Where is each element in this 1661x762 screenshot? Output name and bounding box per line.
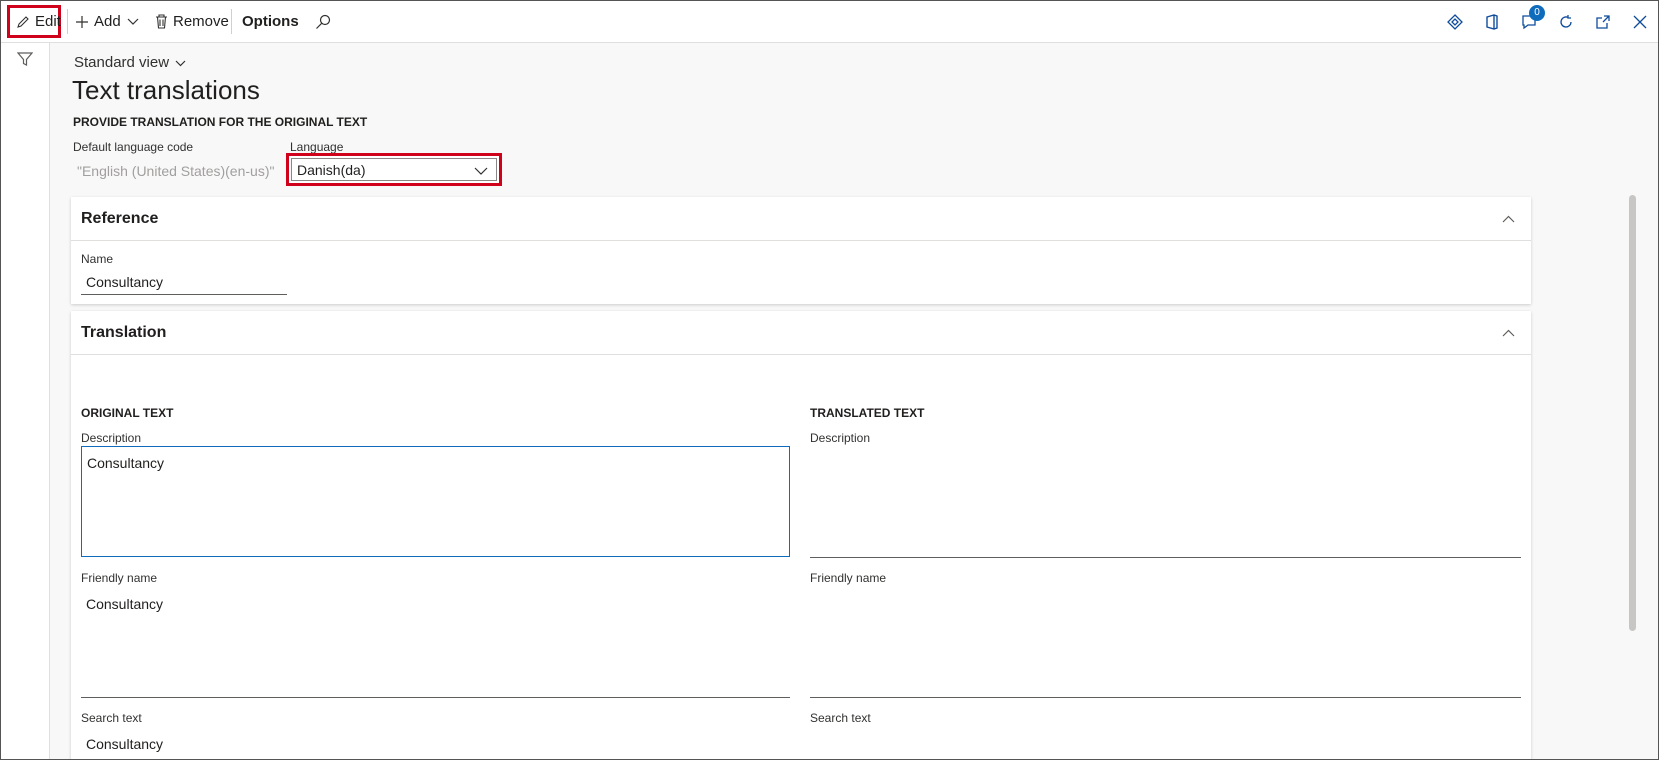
toolbar-right-icons: 0: [1445, 1, 1650, 42]
reference-header[interactable]: Reference: [71, 197, 1531, 241]
main-content: Standard view Text translations PROVIDE …: [50, 43, 1658, 759]
search-text-value[interactable]: Consultancy: [86, 736, 163, 752]
view-selector-label: Standard view: [74, 54, 170, 71]
translation-header[interactable]: Translation: [71, 311, 1531, 355]
translated-description-field[interactable]: [810, 557, 1521, 558]
chevron-down-icon: [127, 18, 139, 26]
language-label: Language: [290, 140, 344, 154]
name-field[interactable]: Consultancy: [86, 274, 163, 290]
chevron-down-icon: [175, 54, 186, 71]
description-label: Description: [81, 431, 142, 445]
default-language-value: "English (United States)(en-us)": [77, 163, 275, 179]
language-highlight: Danish(da): [286, 153, 502, 186]
options-label: Options: [242, 13, 299, 30]
pencil-icon: [16, 15, 30, 29]
search-button[interactable]: [315, 1, 336, 42]
notifications-icon[interactable]: 0: [1519, 4, 1545, 32]
chevron-up-icon[interactable]: [1502, 324, 1515, 342]
friendly-name-label: Friendly name: [81, 571, 158, 585]
description-value: Consultancy: [87, 455, 165, 471]
notification-badge: 0: [1529, 4, 1545, 21]
translated-description-label: Description: [810, 431, 871, 445]
translated-friendly-name-label: Friendly name: [810, 571, 887, 585]
chevron-down-icon: [474, 162, 488, 178]
action-pane: Edit Add Remove Options 0: [1, 1, 1658, 43]
page-title: Text translations: [72, 75, 260, 105]
default-language-label: Default language code: [73, 140, 194, 154]
app-window: Edit Add Remove Options 0 Standard view …: [0, 0, 1659, 760]
friendly-name-value[interactable]: Consultancy: [86, 596, 163, 612]
language-value: Danish(da): [297, 161, 366, 178]
vertical-scrollbar[interactable]: [1629, 195, 1636, 631]
edit-button[interactable]: Edit: [7, 5, 61, 38]
language-dropdown[interactable]: Danish(da): [291, 158, 497, 181]
options-menu[interactable]: Options: [242, 1, 299, 42]
translated-text-heading: TRANSLATED TEXT: [810, 406, 925, 420]
chevron-up-icon[interactable]: [1502, 210, 1515, 228]
translated-search-text-label: Search text: [810, 711, 871, 725]
remove-button[interactable]: Remove: [155, 1, 229, 42]
reference-title: Reference: [81, 209, 159, 227]
translation-title: Translation: [81, 323, 167, 341]
remove-label: Remove: [173, 13, 229, 30]
add-button[interactable]: Add: [75, 1, 144, 42]
search-text-label: Search text: [81, 711, 142, 725]
name-underline: [81, 294, 287, 295]
toolbar-divider: [67, 9, 68, 34]
name-label: Name: [81, 252, 114, 266]
translated-friendly-name-field[interactable]: [810, 697, 1521, 698]
reference-card: Reference Name Consultancy: [71, 197, 1531, 304]
trash-icon: [155, 14, 168, 29]
office-icon[interactable]: [1482, 12, 1502, 32]
close-icon[interactable]: [1630, 12, 1650, 32]
original-text-heading: ORIGINAL TEXT: [81, 406, 174, 420]
power-apps-icon[interactable]: [1445, 12, 1465, 32]
left-rail: [1, 43, 50, 759]
view-selector[interactable]: Standard view: [74, 54, 186, 71]
open-new-window-icon[interactable]: [1593, 12, 1613, 32]
filter-icon[interactable]: [16, 51, 34, 72]
toolbar-divider: [231, 9, 232, 34]
friendly-name-underline: [81, 697, 790, 698]
edit-label: Edit: [35, 13, 61, 30]
refresh-icon[interactable]: [1556, 12, 1576, 32]
add-label: Add: [94, 13, 121, 30]
section-heading: PROVIDE TRANSLATION FOR THE ORIGINAL TEX…: [73, 115, 368, 129]
description-textarea[interactable]: Consultancy: [81, 446, 790, 557]
search-icon: [315, 14, 331, 30]
translation-card: Translation ORIGINAL TEXT TRANSLATED TEX…: [71, 311, 1531, 759]
plus-icon: [75, 15, 89, 29]
